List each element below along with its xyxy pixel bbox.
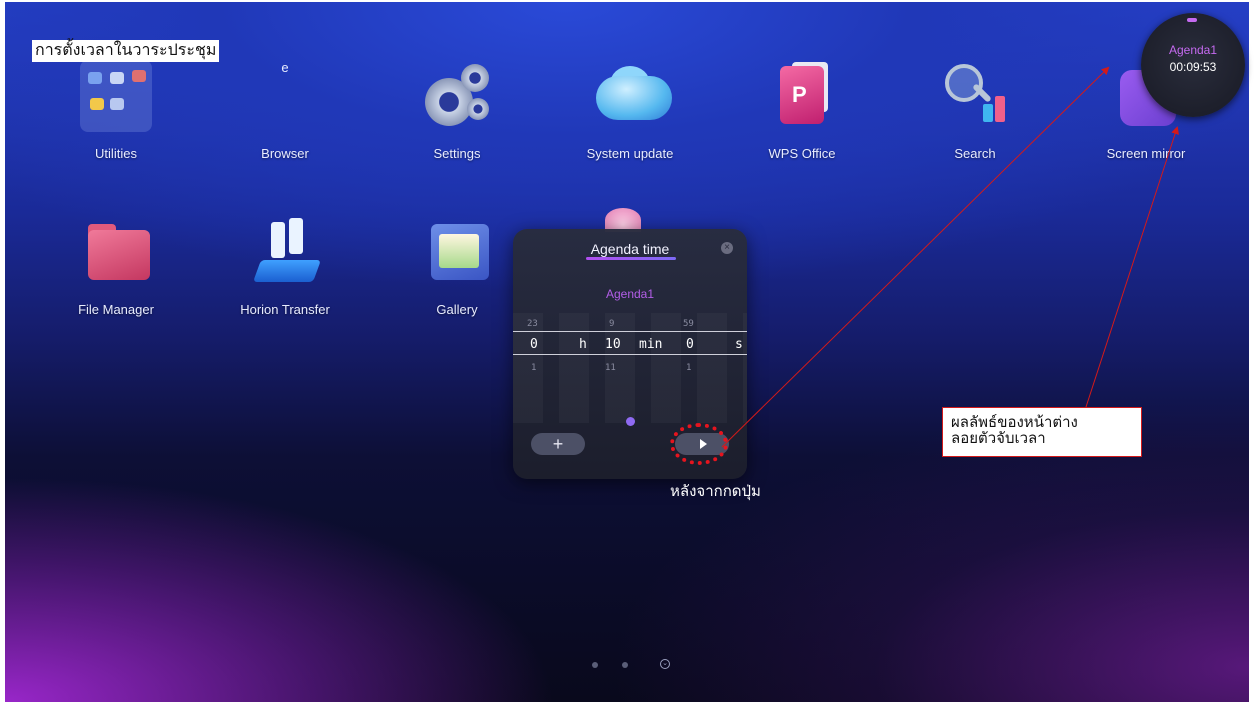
arrow-to-timer — [721, 66, 1110, 448]
annotation-arrows — [721, 66, 1179, 448]
result-note-line2: ลอยตัวจับเวลา — [951, 430, 1046, 447]
arrow-result-to-timer — [1084, 126, 1179, 411]
result-note-box: ผลลัพธ์ของหน้าต่าง ลอยตัวจับเวลา — [942, 407, 1142, 457]
top-caption: การตั้งเวลาในวาระประชุม — [32, 40, 220, 62]
after-press-note: หลังจากกดปุ่ม — [670, 483, 761, 500]
result-note-line1: ผลลัพธ์ของหน้าต่าง — [951, 414, 1078, 431]
